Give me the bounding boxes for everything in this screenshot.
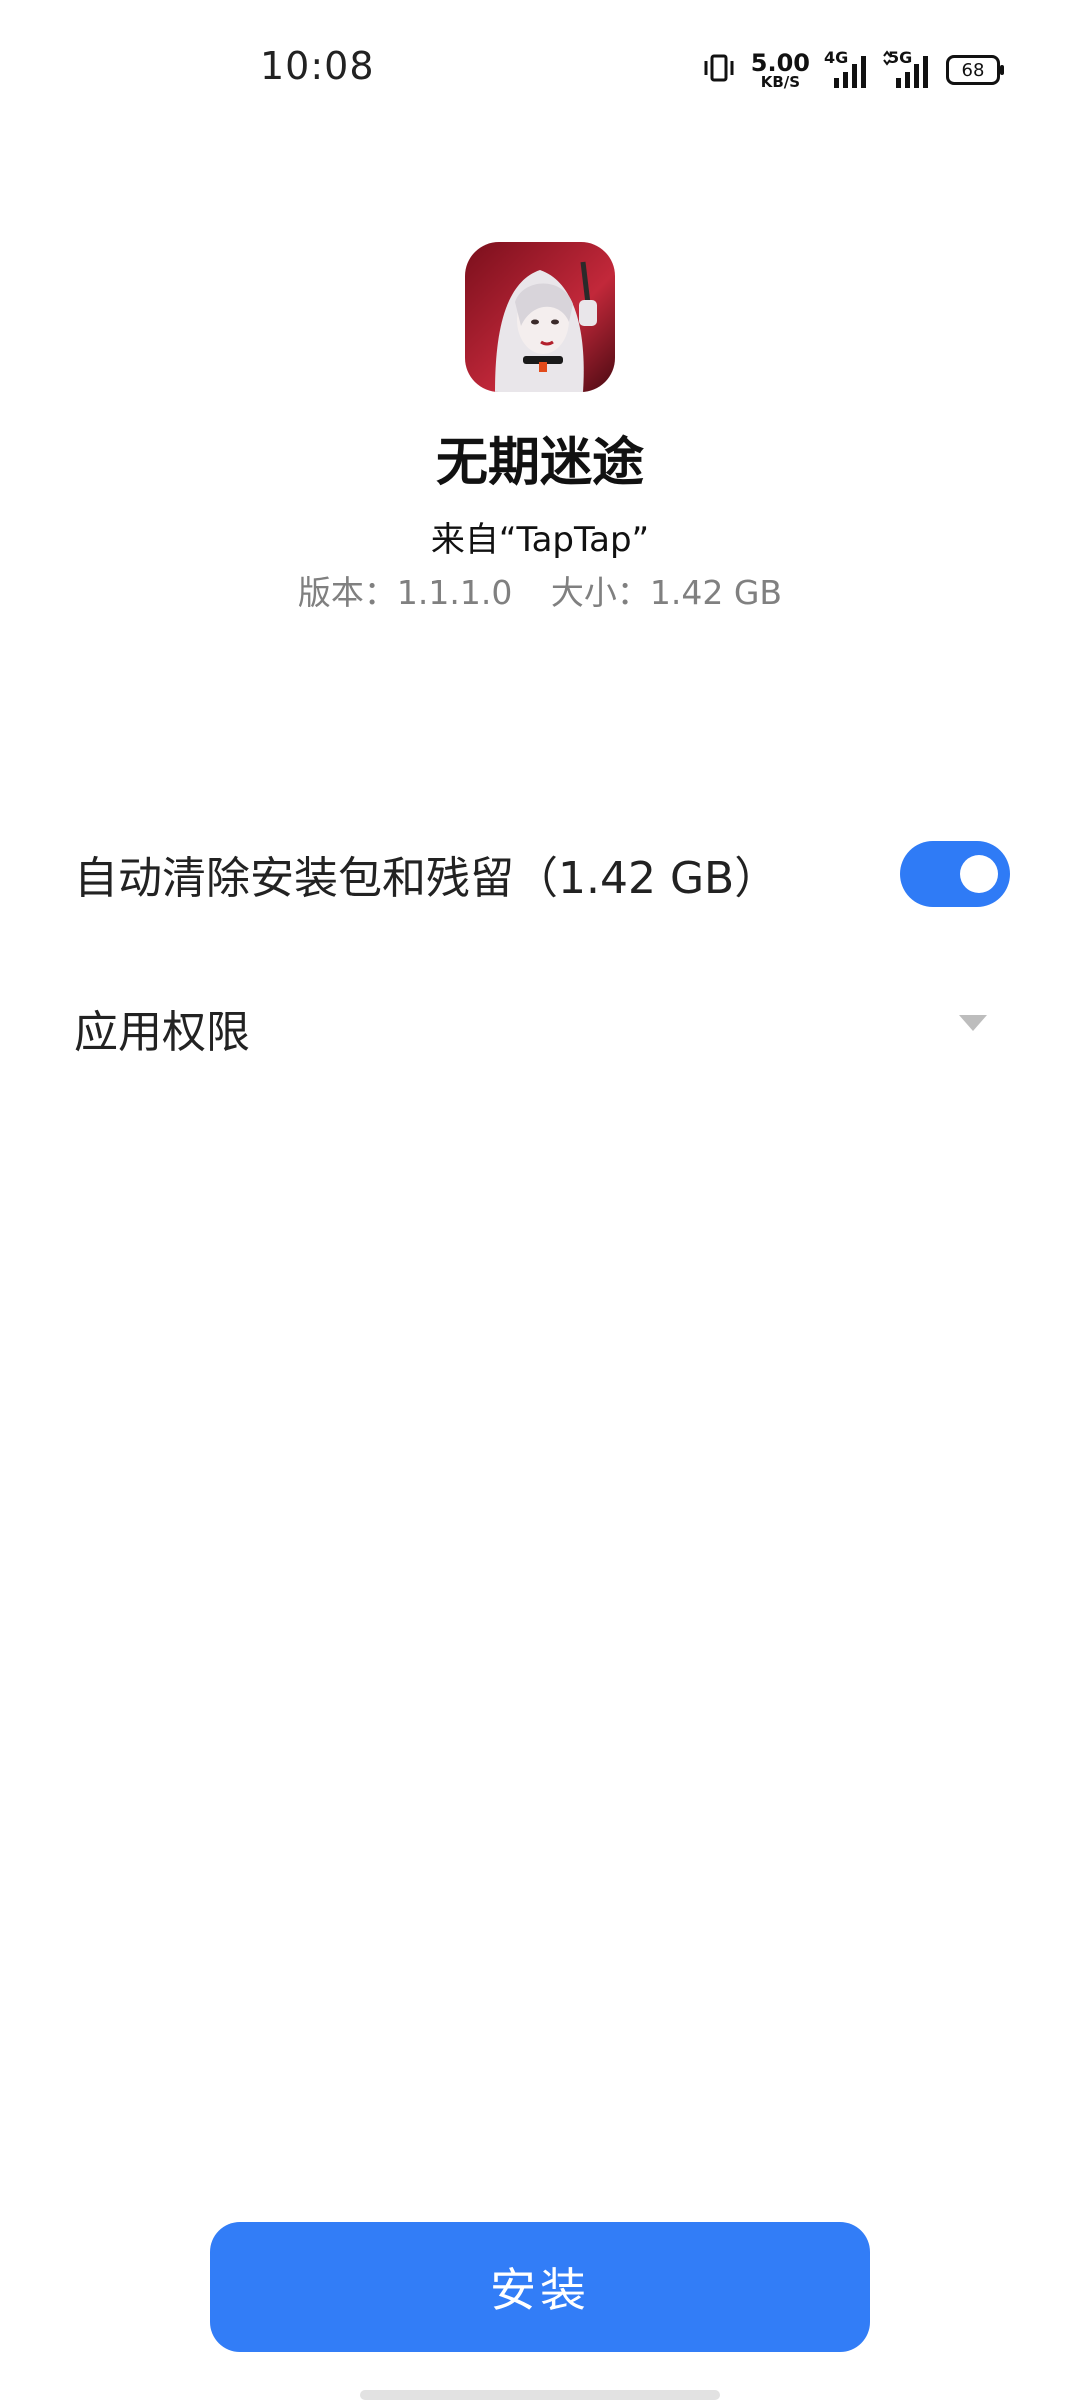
vibrate-icon [701, 50, 737, 90]
battery-icon: 68 [946, 55, 1004, 85]
network-speed-value: 5.00 [750, 48, 810, 77]
install-button[interactable]: 安装 [210, 2222, 870, 2352]
network-speed-unit: KB/S [760, 72, 801, 91]
app-icon [465, 242, 615, 392]
app-version: 版本：1.1.1.0 [297, 573, 513, 612]
status-icons: 5.00 KB/S 4G 5G 68 [701, 48, 1004, 92]
signal-5g-icon: 5G [882, 48, 932, 90]
battery-level: 68 [961, 59, 985, 81]
auto-clean-label: 自动清除安装包和残留（1.42 GB） [74, 853, 779, 904]
signal-4g-icon: 4G [824, 48, 868, 90]
app-meta: 版本：1.1.1.0 大小：1.42 GB [0, 566, 1080, 614]
app-source: 来自“TapTap” [430, 520, 650, 560]
status-bar: 10:08 5.00 KB/S 4G 5G 68 [0, 0, 1080, 140]
toggle-knob [960, 855, 998, 893]
app-name: 无期迷途 [435, 433, 644, 493]
status-time: 10:08 [260, 44, 375, 88]
permissions-label[interactable]: 应用权限 [74, 996, 250, 1060]
auto-clean-toggle[interactable] [900, 841, 1010, 907]
chevron-down-icon[interactable] [959, 1015, 987, 1031]
home-indicator[interactable] [360, 2390, 720, 2400]
app-size: 大小：1.42 GB [550, 573, 783, 612]
network-speed: 5.00 KB/S [751, 51, 810, 90]
